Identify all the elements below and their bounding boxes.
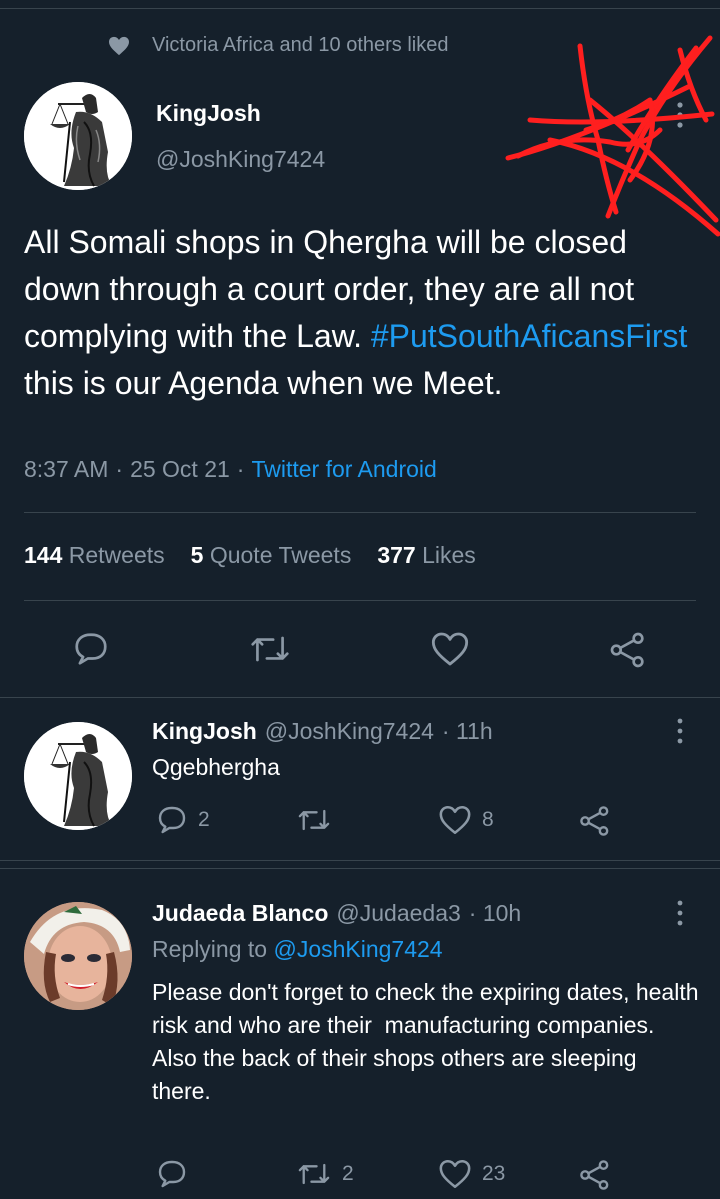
stats-divider-bottom [24, 600, 696, 601]
reply-divider [0, 868, 720, 869]
tweet-meta: 8:37 AM · 25 Oct 21 · Twitter for Androi… [24, 456, 437, 483]
quotes-count: 5 [190, 542, 204, 568]
share-icon [578, 804, 612, 838]
heart-icon [108, 36, 130, 56]
tweet-text: All Somali shops in Qhergha will be clos… [24, 219, 700, 407]
reply-author-handle[interactable]: @JoshKing7424 [265, 718, 434, 745]
reply-like-button[interactable]: 23 [438, 1158, 505, 1190]
reply-count: 2 [198, 808, 210, 831]
reply-text-paragraph: Please don't forget to check the expirin… [152, 979, 705, 1038]
profile-photo [24, 902, 132, 1010]
retweet-icon [296, 1158, 332, 1190]
reply-reply-button[interactable] [156, 1158, 198, 1190]
stats-divider-top [24, 512, 696, 513]
share-icon [578, 1158, 612, 1192]
retweet-icon [296, 804, 332, 836]
retweets-count: 144 [24, 542, 63, 568]
reply-author-name[interactable]: KingJosh [152, 718, 257, 745]
reply-text-paragraph: Also the back of their shops others are … [152, 1045, 637, 1104]
reply-retweet-button[interactable]: 2 [296, 1158, 354, 1190]
lady-justice-image [24, 722, 132, 830]
reply-more-icon[interactable] [672, 716, 688, 746]
retweet-icon [248, 630, 292, 668]
social-context-text: Victoria Africa and 10 others liked [152, 34, 449, 56]
top-divider [0, 8, 720, 9]
meta-separator: · [115, 456, 124, 482]
reply-like-button[interactable]: 8 [438, 804, 494, 836]
tweet-text-tail: this is our Agenda when we Meet. [24, 365, 503, 401]
replying-to-label: Replying to [152, 936, 268, 962]
retweet-count: 2 [342, 1162, 354, 1185]
retweets-stat[interactable]: 144 Retweets [24, 542, 165, 569]
lady-justice-image [24, 82, 132, 190]
replying-to: Replying to @JoshKing7424 [152, 936, 443, 963]
reply-icon [156, 804, 188, 836]
like-count: 23 [482, 1162, 506, 1185]
reply-divider [0, 860, 720, 861]
share-icon [608, 630, 648, 670]
reply-text: Qgebhergha [152, 754, 280, 780]
likes-stat[interactable]: 377 Likes [377, 542, 475, 569]
reply-avatar[interactable] [24, 722, 132, 830]
thread-divider [0, 697, 720, 698]
share-button[interactable] [608, 630, 648, 670]
tweet-time: 8:37 AM [24, 456, 109, 482]
meta-separator: · [236, 456, 245, 482]
reply-retweet-button[interactable] [296, 804, 342, 836]
reply-author-handle[interactable]: @Judaeda3 [336, 900, 460, 927]
red-scribble-annotation [505, 35, 720, 237]
reply-avatar[interactable] [24, 902, 132, 1010]
reply-header: KingJosh @JoshKing7424 · 11h [152, 718, 493, 745]
like-icon [430, 630, 470, 668]
reply-author-name[interactable]: Judaeda Blanco [152, 900, 328, 927]
reply-header: Judaeda Blanco @Judaeda3 · 10h [152, 900, 521, 927]
avatar[interactable] [24, 82, 132, 190]
tweet-date: 25 Oct 21 [130, 456, 230, 482]
reply-icon [156, 1158, 188, 1190]
retweet-button[interactable] [248, 630, 292, 668]
like-icon [438, 1158, 472, 1190]
like-icon [438, 804, 472, 836]
likes-label: Likes [422, 542, 476, 568]
reply-time: · 11h [441, 718, 493, 744]
reply-icon [72, 630, 110, 668]
like-count: 8 [482, 808, 494, 831]
quotes-label: Quote Tweets [209, 542, 352, 568]
social-context[interactable]: Victoria Africa and 10 others liked [108, 34, 448, 57]
replying-to-link[interactable]: @JoshKing7424 [273, 936, 442, 962]
retweets-label: Retweets [68, 542, 165, 568]
reply-button[interactable] [72, 630, 110, 668]
reply-time: · 10h [468, 900, 522, 926]
like-button[interactable] [430, 630, 470, 668]
likes-count: 377 [377, 542, 416, 568]
tweet-stats: 144 Retweets 5 Quote Tweets 377 Likes [24, 542, 476, 569]
reply-reply-button[interactable]: 2 [156, 804, 210, 836]
reply-more-icon[interactable] [672, 898, 688, 928]
author-name[interactable]: KingJosh [156, 100, 261, 127]
reply-share-button[interactable] [578, 804, 612, 838]
author-handle[interactable]: @JoshKing7424 [156, 146, 325, 173]
quotes-stat[interactable]: 5 Quote Tweets [191, 542, 352, 569]
tweet-source-link[interactable]: Twitter for Android [251, 456, 436, 483]
reply-share-button[interactable] [578, 1158, 612, 1192]
reply-text: Please don't forget to check the expirin… [152, 976, 700, 1108]
hashtag-link[interactable]: #PutSouthAficansFirst [371, 318, 688, 354]
